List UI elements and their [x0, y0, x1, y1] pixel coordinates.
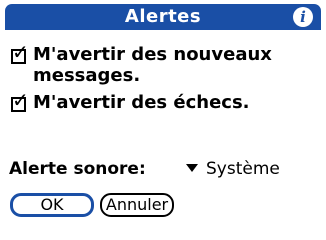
option-failures-label: M'avertir des échecs.	[33, 92, 250, 113]
cancel-button[interactable]: Annuler	[100, 193, 174, 217]
dialog-title: Alertes	[124, 6, 202, 27]
sound-alert-value: Système	[206, 159, 280, 179]
checkbox-failures[interactable]: ✓	[11, 90, 29, 112]
info-icon[interactable]: i	[293, 7, 313, 27]
triangle-down-icon	[186, 164, 198, 172]
check-icon: ✓	[12, 88, 29, 112]
option-new-messages-label-line1: M'avertir des nouveaux	[33, 44, 272, 65]
checkbox-new-messages[interactable]: ✓	[11, 42, 29, 64]
option-new-messages-label-line2: messages.	[33, 65, 141, 86]
ok-button[interactable]: OK	[10, 193, 94, 217]
sound-alert-label: Alerte sonore:	[9, 159, 146, 179]
check-icon: ✓	[12, 40, 29, 64]
dialog-title-bar: Alertes i	[5, 4, 321, 30]
sound-alert-select[interactable]: Système	[186, 159, 280, 179]
